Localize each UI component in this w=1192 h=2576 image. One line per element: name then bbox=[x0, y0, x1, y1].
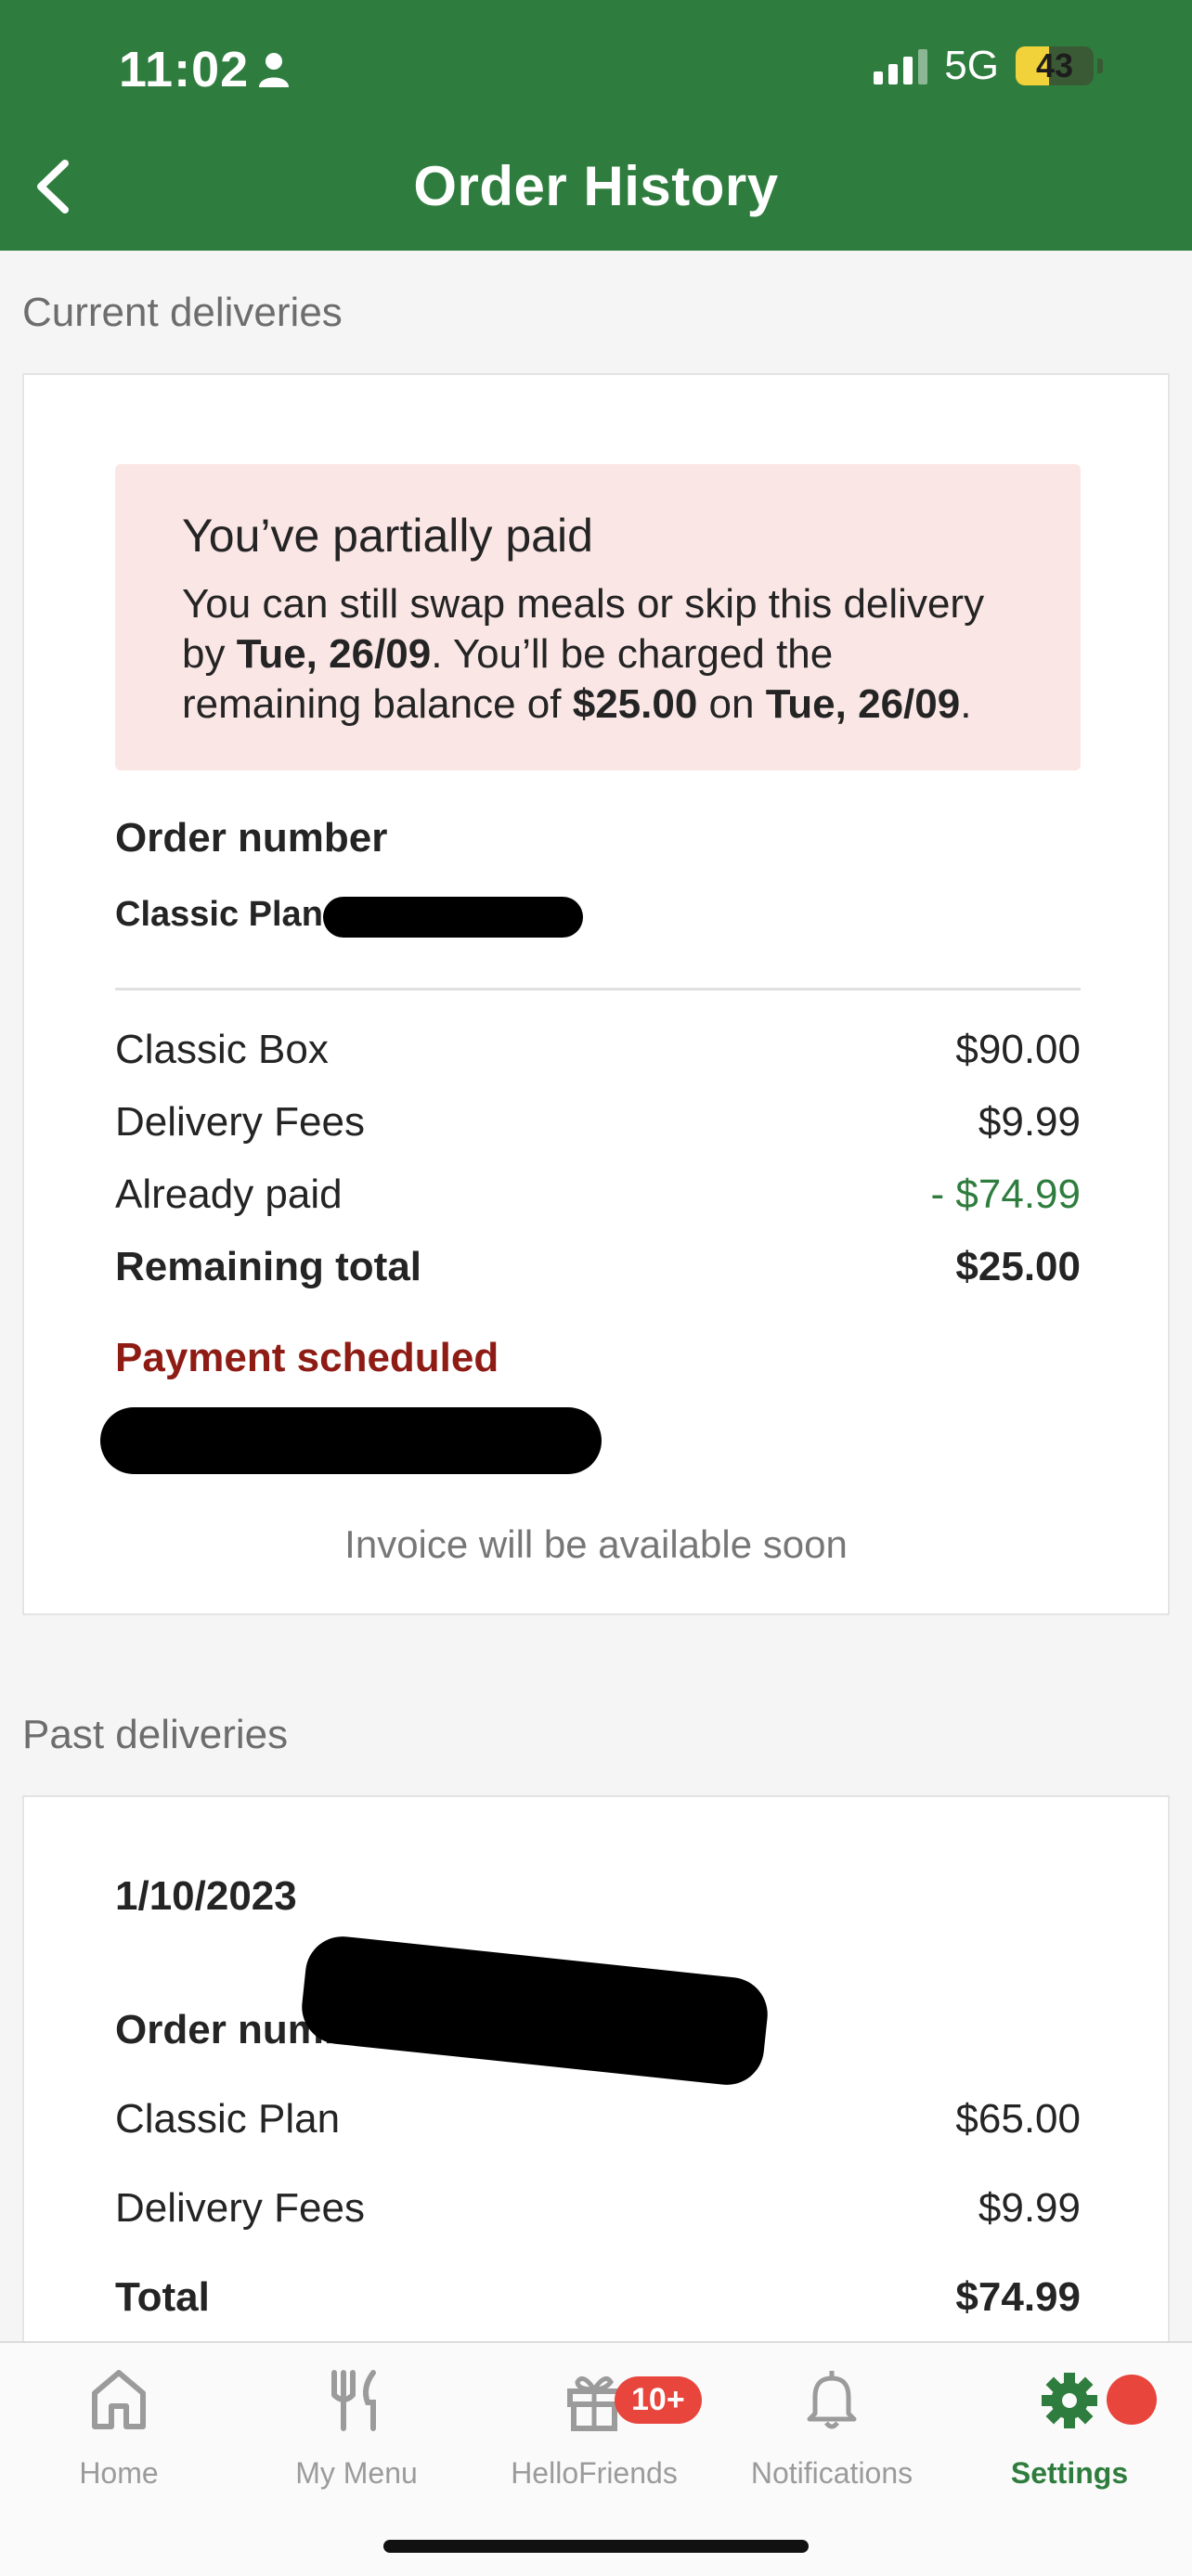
page-title: Order History bbox=[413, 155, 779, 217]
line-item-row: Delivery Fees $9.99 bbox=[115, 2185, 1081, 2232]
total-label: Total bbox=[115, 2274, 210, 2320]
alert-period: . bbox=[960, 681, 972, 727]
alert-on: on bbox=[697, 681, 766, 727]
line-item-label: Delivery Fees bbox=[115, 2185, 365, 2231]
line-item-label: Classic Plan bbox=[115, 2096, 341, 2142]
tab-label: Home bbox=[79, 2456, 159, 2490]
network-type: 5G bbox=[944, 43, 999, 88]
battery-cap bbox=[1097, 58, 1103, 73]
divider bbox=[115, 988, 1081, 990]
gear-icon bbox=[1042, 2373, 1097, 2428]
tab-notifications[interactable]: Notifications bbox=[713, 2367, 951, 2491]
line-item-value: $9.99 bbox=[978, 1099, 1081, 1145]
alert-line-1: You can still swap meals or skip this de… bbox=[182, 581, 985, 627]
current-deliveries-heading: Current deliveries bbox=[22, 290, 343, 335]
home-indicator bbox=[383, 2540, 809, 2553]
invoice-note: Invoice will be available soon bbox=[344, 1522, 848, 1566]
alert-amount: $25.00 bbox=[572, 681, 698, 727]
redacted-payment-details bbox=[100, 1407, 602, 1474]
notification-dot bbox=[1107, 2375, 1157, 2425]
person-icon bbox=[259, 53, 289, 87]
line-item-value: $65.00 bbox=[955, 2096, 1081, 2142]
tab-label: Notifications bbox=[750, 2456, 913, 2490]
current-delivery-card: You’ve partially paid You can still swap… bbox=[22, 373, 1170, 1615]
tab-my-menu[interactable]: My Menu bbox=[238, 2367, 475, 2491]
alert-title: You’ve partially paid bbox=[182, 510, 593, 562]
total-row: Total $74.99 bbox=[115, 2274, 1081, 2321]
alert-deadline-date: Tue, 26/09 bbox=[236, 631, 432, 677]
tab-label: HelloFriends bbox=[511, 2456, 678, 2490]
tab-settings[interactable]: Settings bbox=[951, 2367, 1188, 2491]
line-item-label: Delivery Fees bbox=[115, 1099, 365, 1145]
partial-payment-alert: You’ve partially paid You can still swap… bbox=[115, 464, 1081, 770]
alert-line-2: . You’ll be charged the bbox=[431, 631, 834, 677]
line-item-value: $90.00 bbox=[955, 1027, 1081, 1072]
plan-label: Classic Plan bbox=[115, 895, 323, 934]
battery-level: 43 bbox=[1035, 46, 1074, 84]
tab-hellofriends[interactable]: 10+ HelloFriends bbox=[475, 2367, 713, 2491]
order-number-label: Order number bbox=[115, 815, 388, 861]
home-icon bbox=[92, 2370, 146, 2429]
already-paid-value: - $74.99 bbox=[930, 1171, 1081, 1217]
alert-line-3: remaining balance of bbox=[182, 681, 573, 727]
redacted-order-number bbox=[298, 1933, 771, 2089]
past-deliveries-heading: Past deliveries bbox=[22, 1712, 289, 1757]
remaining-total-row: Remaining total $25.00 bbox=[115, 1244, 1081, 1290]
bell-icon bbox=[807, 2371, 857, 2429]
alert-charge-date: Tue, 26/09 bbox=[765, 681, 961, 727]
fork-knife-icon bbox=[331, 2370, 376, 2431]
line-item-label: Classic Box bbox=[115, 1027, 329, 1072]
signal-icon bbox=[874, 47, 928, 84]
remaining-total-value: $25.00 bbox=[955, 1244, 1081, 1289]
line-item-value: $9.99 bbox=[978, 2185, 1081, 2231]
redacted-order-number bbox=[323, 897, 583, 938]
status-indicators: 5G 43 bbox=[874, 43, 1103, 89]
total-value: $74.99 bbox=[955, 2274, 1081, 2320]
remaining-total-label: Remaining total bbox=[115, 1244, 422, 1289]
tab-label: Settings bbox=[1010, 2456, 1129, 2490]
line-item-row: Classic Box $90.00 bbox=[115, 1027, 1081, 1073]
alert-body: You can still swap meals or skip this de… bbox=[182, 579, 1016, 730]
delivery-date: 1/10/2023 bbox=[115, 1873, 297, 1919]
battery-icon: 43 bbox=[1016, 46, 1094, 85]
line-item-label: Already paid bbox=[115, 1171, 343, 1217]
line-item-row: Delivery Fees $9.99 bbox=[115, 1099, 1081, 1146]
notification-badge: 10+ bbox=[615, 2376, 702, 2424]
tab-label: My Menu bbox=[295, 2456, 418, 2490]
payment-status: Payment scheduled bbox=[115, 1335, 499, 1380]
app-header: 11:02 5G 43 Order History bbox=[0, 0, 1192, 251]
tab-home[interactable]: Home bbox=[0, 2367, 238, 2491]
line-item-row: Classic Plan $65.00 bbox=[115, 2096, 1081, 2142]
line-item-row: Already paid - $74.99 bbox=[115, 1171, 1081, 1218]
alert-by: by bbox=[182, 631, 237, 677]
status-time: 11:02 bbox=[119, 42, 250, 97]
